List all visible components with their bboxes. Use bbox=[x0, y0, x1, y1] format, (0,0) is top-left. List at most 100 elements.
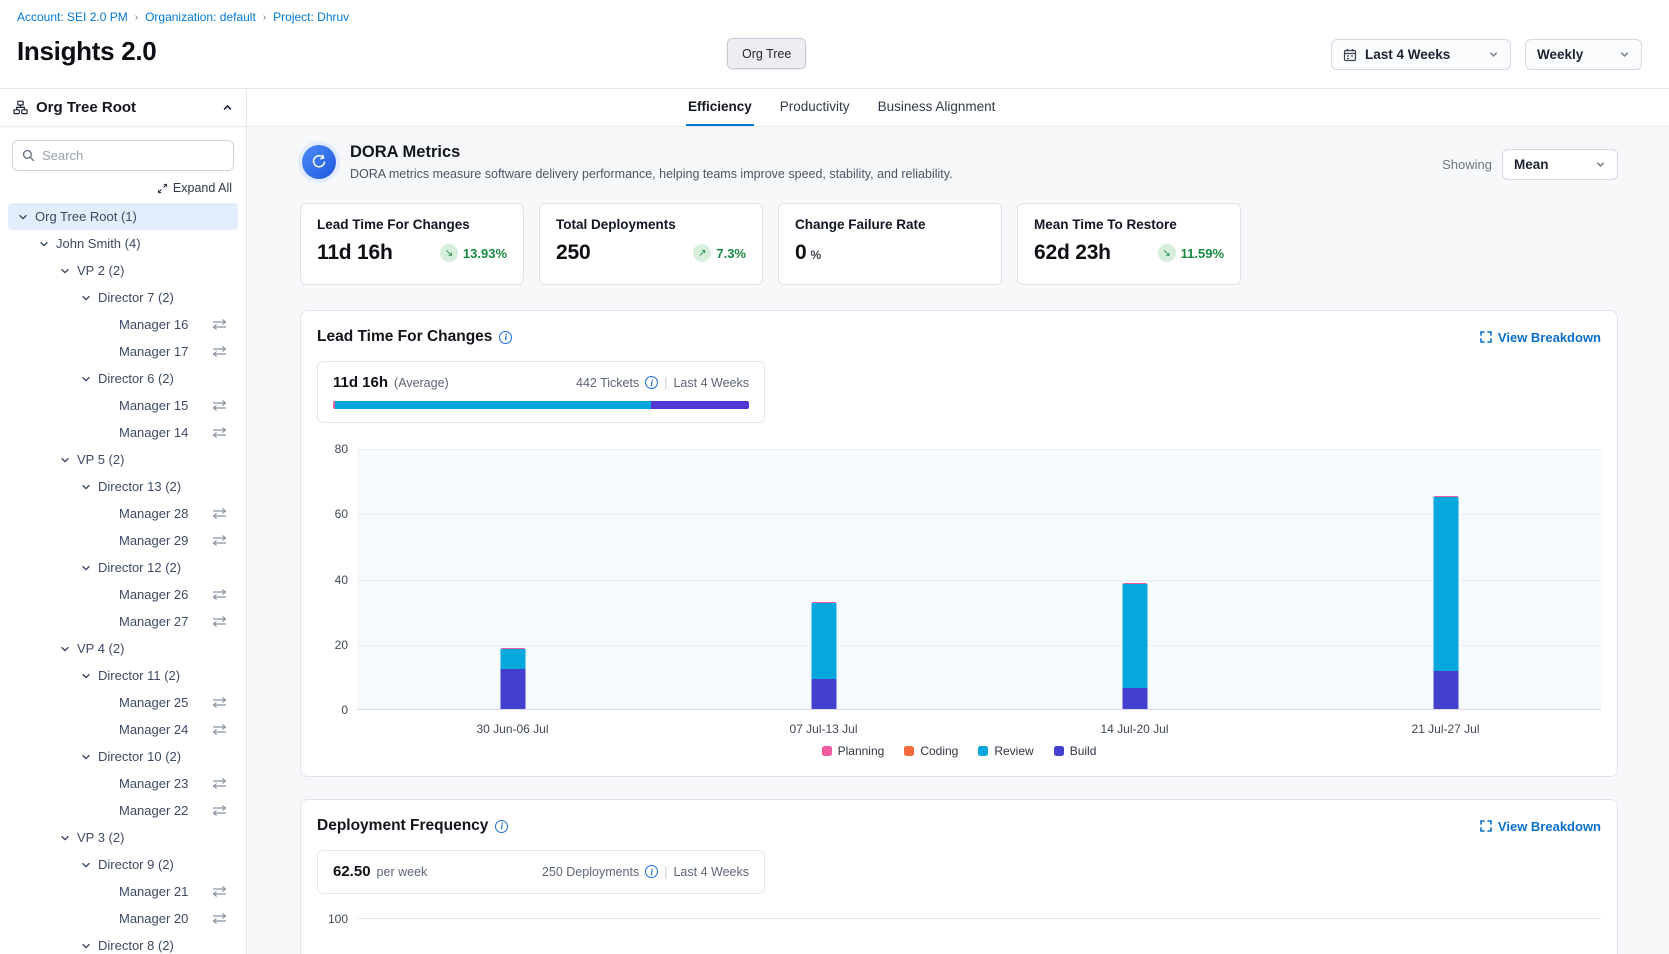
sliders-icon[interactable] bbox=[212, 534, 227, 547]
info-icon[interactable]: i bbox=[499, 331, 512, 344]
x-axis-labels: 30 Jun-06 Jul07 Jul-13 Jul14 Jul-20 Jul2… bbox=[357, 710, 1601, 740]
legend-item-coding[interactable]: Coding bbox=[904, 744, 958, 758]
org-tree-button[interactable]: Org Tree bbox=[727, 38, 806, 69]
chevron-down-icon[interactable] bbox=[60, 455, 70, 465]
deployments-count: 250 Deployments bbox=[542, 865, 639, 879]
tree-item-manager-17[interactable]: Manager 17 bbox=[8, 338, 238, 365]
info-icon[interactable]: i bbox=[645, 865, 658, 878]
tree-item-director-10-2[interactable]: Director 10 (2) bbox=[8, 743, 238, 770]
tree-item-label: Manager 25 bbox=[119, 695, 188, 710]
tree-item-manager-26[interactable]: Manager 26 bbox=[8, 581, 238, 608]
tree-item-org-tree-root-1[interactable]: Org Tree Root (1) bbox=[8, 203, 238, 230]
tree-item-vp-4-2[interactable]: VP 4 (2) bbox=[8, 635, 238, 662]
metric-card-lead-time-for-changes: Lead Time For Changes11d 16h↘13.93% bbox=[300, 203, 524, 285]
tab-productivity[interactable]: Productivity bbox=[778, 89, 852, 126]
metric-value: 62d 23h bbox=[1034, 241, 1111, 265]
expand-all-button[interactable]: Expand All bbox=[157, 181, 232, 195]
tree-item-director-8-2[interactable]: Director 8 (2) bbox=[8, 932, 238, 954]
tree-item-john-smith-4[interactable]: John Smith (4) bbox=[8, 230, 238, 257]
search-icon bbox=[22, 149, 35, 162]
deployment-summary: 62.50 per week 250 Deployments i | Last … bbox=[317, 850, 765, 894]
bar-21-jul-27-jul[interactable] bbox=[1433, 496, 1458, 709]
lead-time-summary: 11d 16h (Average) 442 Tickets i | Last 4… bbox=[317, 361, 765, 423]
sliders-icon[interactable] bbox=[212, 885, 227, 898]
view-breakdown-link[interactable]: View Breakdown bbox=[1480, 330, 1601, 345]
info-icon[interactable]: i bbox=[645, 376, 658, 389]
legend-item-planning[interactable]: Planning bbox=[822, 744, 885, 758]
chevron-down-icon[interactable] bbox=[81, 941, 91, 951]
tree-item-director-12-2[interactable]: Director 12 (2) bbox=[8, 554, 238, 581]
tree-item-manager-21[interactable]: Manager 21 bbox=[8, 878, 238, 905]
tree-item-manager-25[interactable]: Manager 25 bbox=[8, 689, 238, 716]
chevron-down-icon[interactable] bbox=[60, 266, 70, 276]
tree-item-manager-28[interactable]: Manager 28 bbox=[8, 500, 238, 527]
chevron-down-icon[interactable] bbox=[81, 752, 91, 762]
y-tick-label: 20 bbox=[335, 638, 348, 652]
dora-cycle-icon bbox=[302, 145, 336, 179]
breadcrumb-link-account[interactable]: Account: SEI 2.0 PM bbox=[17, 10, 128, 24]
bar-segment-build bbox=[500, 669, 525, 709]
tree-item-director-6-2[interactable]: Director 6 (2) bbox=[8, 365, 238, 392]
sliders-icon[interactable] bbox=[212, 507, 227, 520]
tree-item-vp-5-2[interactable]: VP 5 (2) bbox=[8, 446, 238, 473]
date-range-select[interactable]: Last 4 Weeks bbox=[1331, 39, 1511, 70]
tree-item-manager-15[interactable]: Manager 15 bbox=[8, 392, 238, 419]
chevron-down-icon[interactable] bbox=[81, 671, 91, 681]
tree-item-manager-23[interactable]: Manager 23 bbox=[8, 770, 238, 797]
breadcrumb-link-organization[interactable]: Organization: default bbox=[145, 10, 256, 24]
showing-label: Showing bbox=[1442, 157, 1492, 172]
sliders-icon[interactable] bbox=[212, 345, 227, 358]
chevron-down-icon[interactable] bbox=[60, 833, 70, 843]
sliders-icon[interactable] bbox=[212, 399, 227, 412]
tickets-count: 442 Tickets bbox=[576, 376, 639, 390]
sliders-icon[interactable] bbox=[212, 912, 227, 925]
chevron-down-icon[interactable] bbox=[81, 860, 91, 870]
chevron-down-icon[interactable] bbox=[81, 563, 91, 573]
bar-segment-review bbox=[1433, 497, 1458, 672]
sliders-icon[interactable] bbox=[212, 777, 227, 790]
info-icon[interactable]: i bbox=[495, 820, 508, 833]
sliders-icon[interactable] bbox=[212, 426, 227, 439]
tab-business-alignment[interactable]: Business Alignment bbox=[876, 89, 998, 126]
tree-item-director-9-2[interactable]: Director 9 (2) bbox=[8, 851, 238, 878]
legend-item-build[interactable]: Build bbox=[1054, 744, 1097, 758]
legend-swatch bbox=[1054, 746, 1064, 756]
tree-item-manager-16[interactable]: Manager 16 bbox=[8, 311, 238, 338]
tree-item-director-7-2[interactable]: Director 7 (2) bbox=[8, 284, 238, 311]
tree-item-manager-24[interactable]: Manager 24 bbox=[8, 716, 238, 743]
tree-item-manager-22[interactable]: Manager 22 bbox=[8, 797, 238, 824]
tree-item-manager-29[interactable]: Manager 29 bbox=[8, 527, 238, 554]
tree-item-vp-2-2[interactable]: VP 2 (2) bbox=[8, 257, 238, 284]
sliders-icon[interactable] bbox=[212, 318, 227, 331]
legend-item-review[interactable]: Review bbox=[978, 744, 1033, 758]
chevron-down-icon[interactable] bbox=[60, 644, 70, 654]
bar-14-jul-20-jul[interactable] bbox=[1122, 583, 1147, 709]
chevron-down-icon[interactable] bbox=[81, 482, 91, 492]
tree-item-manager-20[interactable]: Manager 20 bbox=[8, 905, 238, 932]
content-scroll-area[interactable]: DORA Metrics DORA metrics measure softwa… bbox=[247, 127, 1669, 954]
tree-item-director-13-2[interactable]: Director 13 (2) bbox=[8, 473, 238, 500]
tree-item-vp-3-2[interactable]: VP 3 (2) bbox=[8, 824, 238, 851]
bar-30-jun-06-jul[interactable] bbox=[500, 648, 525, 709]
view-breakdown-link[interactable]: View Breakdown bbox=[1480, 819, 1601, 834]
search-input[interactable] bbox=[42, 148, 224, 163]
sliders-icon[interactable] bbox=[212, 696, 227, 709]
tree-item-manager-27[interactable]: Manager 27 bbox=[8, 608, 238, 635]
sliders-icon[interactable] bbox=[212, 588, 227, 601]
sliders-icon[interactable] bbox=[212, 723, 227, 736]
tree-item-director-11-2[interactable]: Director 11 (2) bbox=[8, 662, 238, 689]
sliders-icon[interactable] bbox=[212, 615, 227, 628]
chevron-down-icon[interactable] bbox=[39, 239, 49, 249]
breadcrumb-link-project[interactable]: Project: Dhruv bbox=[273, 10, 349, 24]
deployment-rate-value: 62.50 bbox=[333, 863, 371, 880]
collapse-panel-chevron-up-icon[interactable] bbox=[222, 102, 233, 113]
chevron-down-icon[interactable] bbox=[81, 293, 91, 303]
tree-item-manager-14[interactable]: Manager 14 bbox=[8, 419, 238, 446]
sliders-icon[interactable] bbox=[212, 804, 227, 817]
granularity-select[interactable]: Weekly bbox=[1525, 39, 1642, 70]
chevron-down-icon[interactable] bbox=[81, 374, 91, 384]
tab-efficiency[interactable]: Efficiency bbox=[686, 89, 754, 126]
bar-07-jul-13-jul[interactable] bbox=[811, 602, 836, 709]
showing-select[interactable]: Mean bbox=[1502, 149, 1618, 180]
chevron-down-icon[interactable] bbox=[18, 212, 28, 222]
